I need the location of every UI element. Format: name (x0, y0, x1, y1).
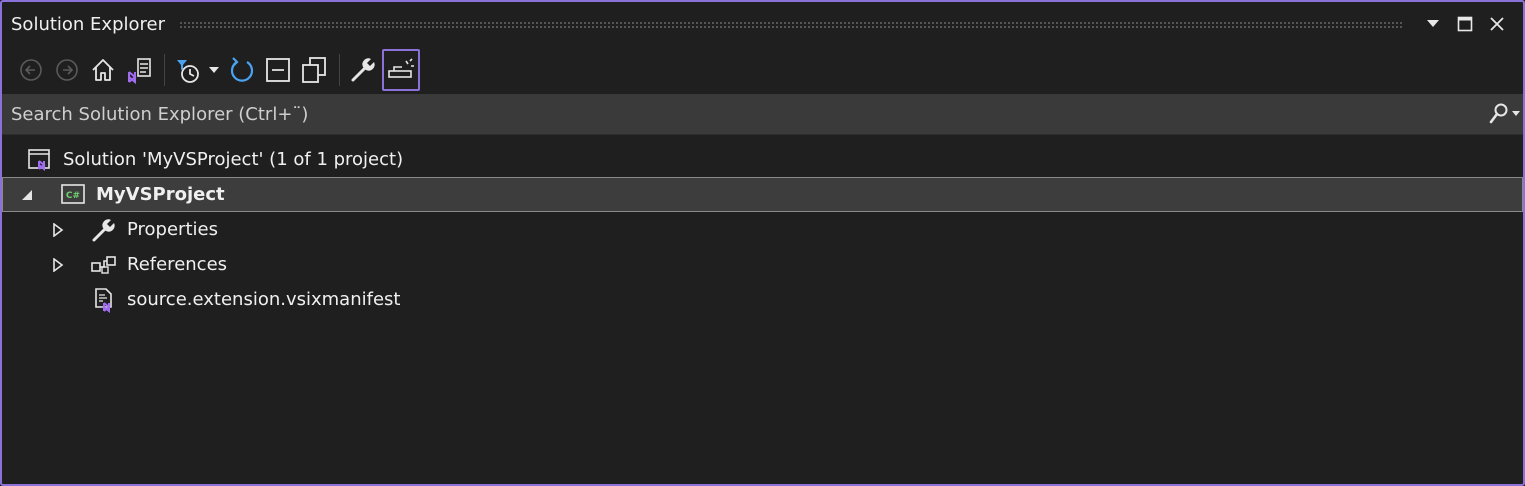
toolbar-separator (339, 54, 340, 86)
back-icon (20, 59, 42, 81)
tree-item-references[interactable]: References (2, 247, 1523, 282)
pending-changes-dropdown[interactable] (207, 51, 221, 89)
toolbar (2, 46, 1523, 94)
window-options-button[interactable] (1417, 9, 1449, 39)
forward-icon (56, 59, 78, 81)
tree-item-label: Solution 'MyVSProject' (1 of 1 project) (63, 149, 404, 170)
solution-explorer-window: Solution Explorer Search Solution Explor… (0, 0, 1525, 486)
tree-item-vsixmanifest[interactable]: source.extension.vsixmanifest (2, 282, 1523, 317)
close-button[interactable] (1481, 9, 1513, 39)
sync-icon (230, 57, 254, 82)
search-input[interactable] (2, 93, 1487, 135)
tree-item-project[interactable]: C# MyVSProject (2, 177, 1523, 212)
wrench-icon (90, 216, 118, 244)
tree-item-label: Properties (127, 219, 218, 240)
home-icon (92, 59, 114, 81)
pending-changes-filter-button[interactable] (171, 51, 205, 89)
collapsed-arrow-icon[interactable] (50, 222, 66, 238)
collapse-all-button[interactable] (261, 51, 295, 89)
title-bar[interactable]: Solution Explorer (2, 2, 1523, 46)
collapsed-arrow-icon[interactable] (50, 257, 66, 273)
preview-selected-icon (388, 58, 414, 78)
references-icon (90, 251, 118, 279)
switch-views-button[interactable] (122, 51, 156, 89)
maximize-button[interactable] (1449, 9, 1481, 39)
search-options-button[interactable] (1487, 94, 1523, 134)
properties-icon (351, 58, 375, 82)
tree-item-label: MyVSProject (96, 184, 225, 205)
dropdown-arrow-icon (209, 67, 219, 73)
tree-item-label: source.extension.vsixmanifest (127, 289, 401, 310)
tree-item-properties[interactable]: Properties (2, 212, 1523, 247)
show-all-files-icon (302, 57, 326, 83)
close-icon (1490, 17, 1504, 31)
drag-grip[interactable] (179, 20, 1403, 28)
expanded-arrow-icon[interactable] (19, 187, 35, 203)
maximize-icon (1457, 16, 1473, 32)
tree-item-label: References (127, 254, 228, 275)
dropdown-icon (1427, 20, 1439, 27)
switch-views-icon (128, 58, 151, 84)
home-button[interactable] (86, 51, 120, 89)
tree-item-solution[interactable]: Solution 'MyVSProject' (1 of 1 project) (2, 142, 1523, 177)
search-bar (2, 93, 1523, 135)
solution-tree: Solution 'MyVSProject' (1 of 1 project) … (2, 142, 1523, 317)
solution-icon (26, 146, 54, 174)
svg-text:C#: C# (66, 191, 80, 201)
preview-selected-button[interactable] (382, 49, 420, 91)
properties-button[interactable] (346, 51, 380, 89)
pending-changes-filter-icon (177, 60, 199, 83)
sync-button[interactable] (225, 51, 259, 89)
vsix-manifest-icon (90, 286, 118, 314)
window-title: Solution Explorer (11, 13, 165, 35)
show-all-files-button[interactable] (297, 51, 331, 89)
search-icon (1489, 103, 1520, 124)
collapse-all-icon (266, 58, 290, 82)
toolbar-separator (164, 54, 165, 86)
back-button[interactable] (14, 51, 48, 89)
forward-button[interactable] (50, 51, 84, 89)
csharp-project-icon: C# (59, 181, 87, 209)
